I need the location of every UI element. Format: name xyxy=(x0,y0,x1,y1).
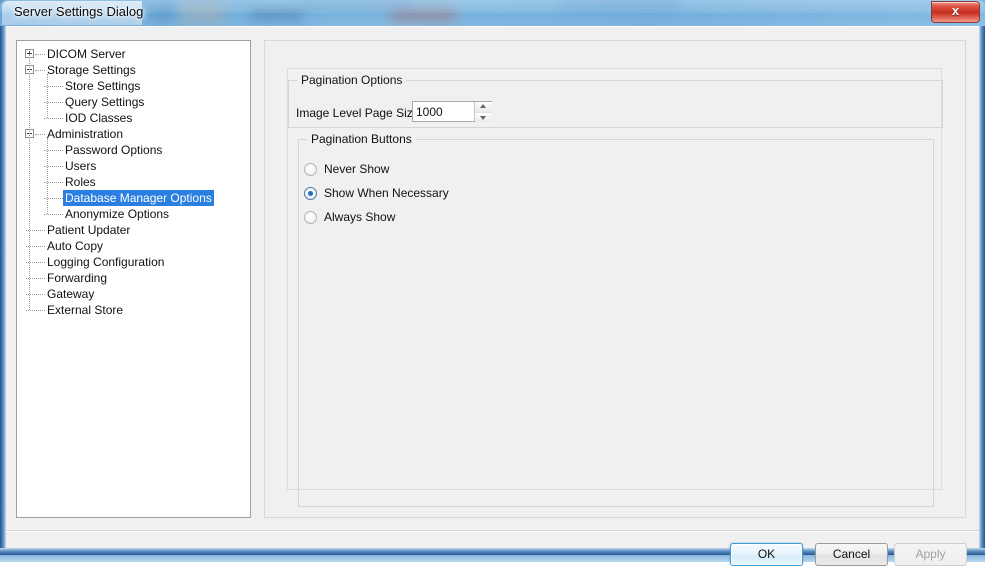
tree-item-label: Patient Updater xyxy=(45,222,132,238)
tree-item-label: Users xyxy=(63,158,98,174)
dialog-client-area: DICOM ServerStorage SettingsStore Settin… xyxy=(6,26,979,548)
spinner-down-button[interactable] xyxy=(475,112,492,123)
pagination-options-group-title: Pagination Options xyxy=(297,73,406,87)
settings-tree[interactable]: DICOM ServerStorage SettingsStore Settin… xyxy=(16,40,251,518)
tree-item-label: Roles xyxy=(63,174,98,190)
tree-connector-line xyxy=(44,118,63,120)
title-bar[interactable]: Server Settings Dialog x xyxy=(0,0,985,26)
image-level-page-size-spinner[interactable] xyxy=(412,101,492,122)
ok-button[interactable]: OK xyxy=(730,543,803,566)
tree-item-label: Auto Copy xyxy=(45,238,105,254)
tree-connector-line xyxy=(35,54,45,56)
radio-label: Always Show xyxy=(324,210,395,224)
chevron-down-icon xyxy=(480,116,486,120)
tree-item-label: External Store xyxy=(45,302,125,318)
tree-connector-line xyxy=(35,134,45,136)
radio-unchecked-icon xyxy=(304,211,317,224)
tree-item-label: Administration xyxy=(45,126,125,142)
pagination-buttons-group-title: Pagination Buttons xyxy=(307,132,416,146)
spinner-buttons[interactable] xyxy=(474,102,491,121)
image-level-page-size-label: Image Level Page Size xyxy=(296,106,419,120)
chevron-up-icon xyxy=(480,104,486,108)
apply-button: Apply xyxy=(894,543,967,566)
tree-spine-root xyxy=(29,54,31,310)
tree-item-label: IOD Classes xyxy=(63,110,134,126)
radio-checked-icon xyxy=(304,187,317,200)
tree-item-label: Store Settings xyxy=(63,78,142,94)
spinner-up-button[interactable] xyxy=(475,102,492,112)
tree-item-label: Password Options xyxy=(63,142,164,158)
tree-item-label: Anonymize Options xyxy=(63,206,171,222)
tree-item-label: Database Manager Options xyxy=(63,190,214,206)
window-title: Server Settings Dialog xyxy=(14,4,143,19)
tree-spine-child-0 xyxy=(47,74,49,118)
server-settings-dialog-window: Server Settings Dialog x DICOM ServerSto… xyxy=(0,0,985,555)
tree-item-label: Storage Settings xyxy=(45,62,138,78)
tree-spine-child-1 xyxy=(47,138,49,214)
tree-item-label: Logging Configuration xyxy=(45,254,166,270)
radio-label: Never Show xyxy=(324,162,389,176)
close-button[interactable]: x xyxy=(931,1,980,23)
close-icon: x xyxy=(932,3,979,18)
tree-item-label: DICOM Server xyxy=(45,46,128,62)
radio-label: Show When Necessary xyxy=(324,186,449,200)
pagination-options-group: Pagination Options xyxy=(288,80,943,128)
cancel-button[interactable]: Cancel xyxy=(815,543,888,566)
footer-separator xyxy=(6,530,979,532)
tree-connector-line xyxy=(35,70,45,72)
window-frame-right xyxy=(979,26,985,555)
tree-item-label: Gateway xyxy=(45,286,96,302)
radio-unchecked-icon xyxy=(304,163,317,176)
image-level-page-size-input[interactable] xyxy=(413,102,473,121)
tree-connector-line xyxy=(26,310,45,312)
tree-item-label: Query Settings xyxy=(63,94,146,110)
tree-connector-line xyxy=(44,214,63,216)
tree-item-label: Forwarding xyxy=(45,270,109,286)
